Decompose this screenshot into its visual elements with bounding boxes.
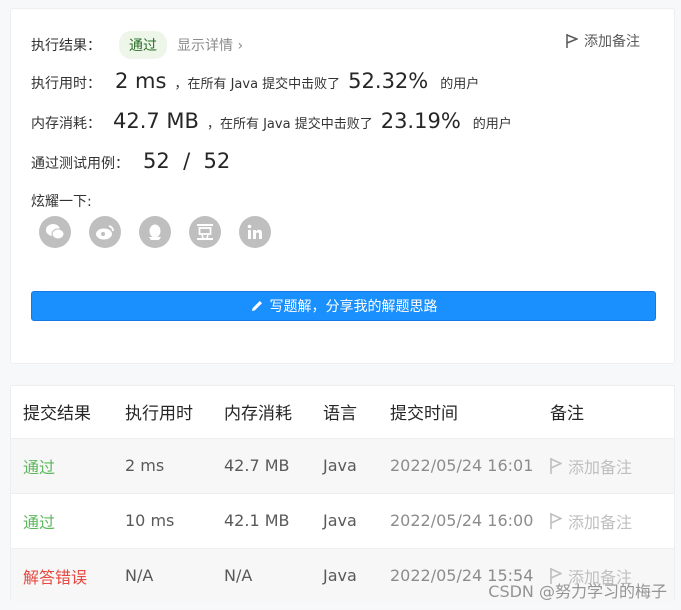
row-status[interactable]: 通过 [11, 437, 113, 493]
flag-icon [566, 34, 578, 48]
flag-icon [550, 457, 562, 474]
header-note: 备注 [550, 404, 584, 425]
memory-users-suffix: 的用户 [472, 117, 512, 132]
header-memory: 内存消耗 [224, 404, 292, 425]
tests-value: 52 / 52 [143, 149, 231, 173]
header-submit-time: 提交时间 [390, 404, 458, 425]
row-note-label: 添加备注 [568, 512, 633, 532]
row-memory: N/A [212, 547, 311, 603]
linkedin-icon[interactable] [239, 216, 271, 248]
row-runtime: N/A [113, 547, 212, 603]
memory-value: 42.7 MB [113, 109, 199, 133]
row-language: Java [311, 437, 378, 493]
row-language: Java [311, 492, 378, 548]
header-status: 提交结果 [23, 404, 91, 425]
memory-row: 内存消耗： 42.7 MB ，在所有 Java 提交中击败了 23.19% 的用… [31, 109, 512, 133]
memory-label: 内存消耗： [31, 116, 101, 132]
write-solution-label: 写题解，分享我的解题思路 [269, 299, 438, 315]
weibo-icon[interactable] [89, 216, 121, 248]
runtime-value: 2 ms [115, 69, 167, 93]
row-status[interactable]: 通过 [11, 492, 113, 548]
tests-label: 通过测试用例： [31, 156, 129, 172]
header-runtime: 执行用时 [125, 404, 193, 425]
status-badge: 通过 [119, 31, 167, 59]
tests-row: 通过测试用例： 52 / 52 [31, 149, 238, 173]
runtime-label: 执行用时： [31, 76, 101, 92]
table-row[interactable]: 通过 10 ms 42.1 MB Java 2022/05/24 16:00 添… [11, 492, 674, 548]
row-status[interactable]: 解答错误 [11, 547, 113, 603]
write-solution-button[interactable]: 写题解，分享我的解题思路 [31, 291, 656, 321]
watermark: CSDN @努力学习的梅子 [488, 582, 667, 601]
row-language: Java [311, 547, 378, 603]
flag-icon [550, 512, 562, 529]
status-row: 执行结果： 通过 显示详情 › [31, 31, 243, 59]
share-row: 炫耀一下: [31, 191, 92, 211]
row-runtime: 2 ms [113, 437, 212, 493]
table-header-row: 提交结果 执行用时 内存消耗 语言 提交时间 备注 [11, 386, 674, 438]
row-submit-time: 2022/05/24 16:00 [378, 492, 538, 548]
table-row[interactable]: 通过 2 ms 42.7 MB Java 2022/05/24 16:01 添加… [11, 437, 674, 493]
runtime-users-suffix: 的用户 [440, 77, 480, 92]
result-card: 执行结果： 通过 显示详情 › 添加备注 执行用时： 2 ms ，在所有 Jav… [10, 8, 675, 364]
runtime-beat-text: ，在所有 Java 提交中击败了 [174, 77, 341, 92]
memory-percent: 23.19% [380, 109, 461, 133]
row-note-cell[interactable]: 添加备注 [538, 437, 674, 493]
add-note-label: 添加备注 [584, 34, 640, 50]
row-submit-time: 2022/05/24 16:01 [378, 437, 538, 493]
pencil-icon [251, 301, 262, 311]
share-label: 炫耀一下: [31, 194, 92, 210]
row-runtime: 10 ms [113, 492, 212, 548]
share-icon-list [39, 216, 271, 248]
row-note-label: 添加备注 [568, 457, 633, 477]
runtime-percent: 52.32% [348, 69, 429, 93]
row-memory: 42.7 MB [212, 437, 311, 493]
show-details-link[interactable]: 显示详情 › [177, 35, 243, 55]
runtime-row: 执行用时： 2 ms ，在所有 Java 提交中击败了 52.32% 的用户 [31, 69, 479, 93]
status-label: 执行结果： [31, 38, 101, 54]
header-language: 语言 [323, 404, 357, 425]
submissions-table-card: 提交结果 执行用时 内存消耗 语言 提交时间 备注 通过 2 ms 42.7 M… [10, 385, 675, 603]
qq-icon[interactable] [139, 216, 171, 248]
add-note-button[interactable]: 添加备注 [566, 31, 640, 51]
submissions-table: 提交结果 执行用时 内存消耗 语言 提交时间 备注 通过 2 ms 42.7 M… [11, 386, 674, 603]
row-memory: 42.1 MB [212, 492, 311, 548]
memory-beat-text: ，在所有 Java 提交中击败了 [206, 117, 373, 132]
row-note-cell[interactable]: 添加备注 [538, 492, 674, 548]
douban-icon[interactable] [189, 216, 221, 248]
wechat-icon[interactable] [39, 216, 71, 248]
